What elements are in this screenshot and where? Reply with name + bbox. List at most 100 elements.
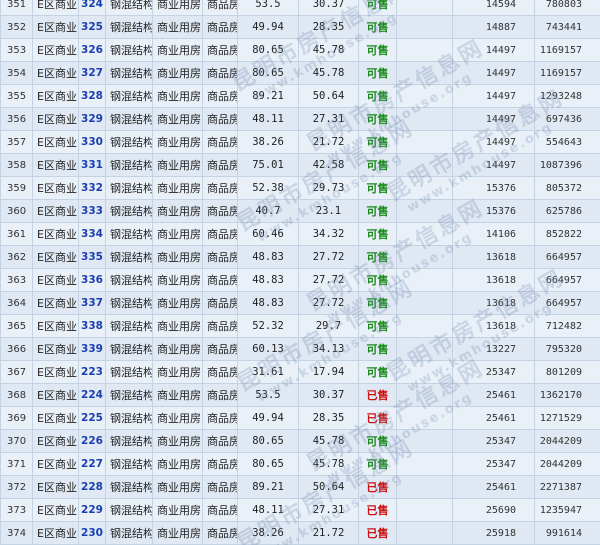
house-type-cell: 商品房 [202, 199, 238, 223]
unit-price-cell: 15376 [452, 199, 535, 223]
spacer-cell [396, 475, 453, 499]
house-type-cell: 商品房 [202, 268, 238, 292]
total-price-cell: 2271387 [534, 475, 600, 499]
status-badge: 可售 [358, 84, 397, 108]
zone-cell: E区商业 [32, 199, 79, 223]
unit-price-cell: 13227 [452, 337, 535, 361]
total-price-cell: 991614 [534, 521, 600, 545]
total-price-cell: 554643 [534, 130, 600, 154]
inner-area-cell: 27.72 [298, 291, 359, 315]
total-price-cell: 801209 [534, 360, 600, 384]
house-type-cell: 商品房 [202, 475, 238, 499]
building-area-cell: 48.83 [237, 268, 299, 292]
house-type-cell: 商品房 [202, 452, 238, 476]
spacer-cell [396, 61, 453, 85]
status-badge: 已售 [358, 475, 397, 499]
row-index: 363 [0, 268, 33, 292]
room-number: 223 [78, 360, 106, 384]
row-index: 357 [0, 130, 33, 154]
zone-cell: E区商业 [32, 475, 79, 499]
zone-cell: E区商业 [32, 314, 79, 338]
total-price-cell: 625786 [534, 199, 600, 223]
usage-cell: 商业用房 [152, 475, 203, 499]
spacer-cell [396, 15, 453, 39]
unit-price-cell: 25347 [452, 452, 535, 476]
unit-price-cell: 25347 [452, 360, 535, 384]
structure-cell: 钢混结构 [105, 521, 153, 545]
row-index: 374 [0, 521, 33, 545]
total-price-cell: 2044209 [534, 452, 600, 476]
spacer-cell [396, 107, 453, 131]
structure-cell: 钢混结构 [105, 429, 153, 453]
property-listing-table: 351 E区商业 324 钢混结构 商业用房 商品房 53.5 30.37 可售 14594 780… [0, 0, 600, 545]
table-body: 351 E区商业 324 钢混结构 商业用房 商品房 53.5 30.37 可售 14594 780… [0, 0, 600, 545]
spacer-cell [396, 383, 453, 407]
table-row: 372 E区商业 228 钢混结构 商业用房 商品房 89.21 50.64 已售 25461 22… [0, 475, 600, 499]
total-price-cell: 852822 [534, 222, 600, 246]
total-price-cell: 712482 [534, 314, 600, 338]
status-badge: 可售 [358, 130, 397, 154]
usage-cell: 商业用房 [152, 521, 203, 545]
inner-area-cell: 27.72 [298, 245, 359, 269]
zone-cell: E区商业 [32, 429, 79, 453]
table-row: 371 E区商业 227 钢混结构 商业用房 商品房 80.65 45.78 可售 25347 20… [0, 452, 600, 476]
room-number: 227 [78, 452, 106, 476]
listing-table-view: 351 E区商业 324 钢混结构 商业用房 商品房 53.5 30.37 可售 14594 780… [0, 0, 600, 545]
row-index: 360 [0, 199, 33, 223]
inner-area-cell: 21.72 [298, 521, 359, 545]
usage-cell: 商业用房 [152, 498, 203, 522]
spacer-cell [396, 521, 453, 545]
table-row: 370 E区商业 226 钢混结构 商业用房 商品房 80.65 45.78 可售 25347 20… [0, 429, 600, 453]
spacer-cell [396, 498, 453, 522]
status-badge: 可售 [358, 61, 397, 85]
house-type-cell: 商品房 [202, 383, 238, 407]
table-row: 361 E区商业 334 钢混结构 商业用房 商品房 60.46 34.32 可售 14106 85… [0, 222, 600, 246]
building-area-cell: 75.01 [237, 153, 299, 177]
zone-cell: E区商业 [32, 130, 79, 154]
building-area-cell: 52.38 [237, 176, 299, 200]
usage-cell: 商业用房 [152, 406, 203, 430]
usage-cell: 商业用房 [152, 452, 203, 476]
status-badge: 可售 [358, 291, 397, 315]
structure-cell: 钢混结构 [105, 0, 153, 16]
table-row: 367 E区商业 223 钢混结构 商业用房 商品房 31.61 17.94 可售 25347 80… [0, 360, 600, 384]
usage-cell: 商业用房 [152, 245, 203, 269]
structure-cell: 钢混结构 [105, 130, 153, 154]
inner-area-cell: 34.13 [298, 337, 359, 361]
table-row: 364 E区商业 337 钢混结构 商业用房 商品房 48.83 27.72 可售 13618 66… [0, 291, 600, 315]
house-type-cell: 商品房 [202, 291, 238, 315]
usage-cell: 商业用房 [152, 222, 203, 246]
unit-price-cell: 13618 [452, 245, 535, 269]
spacer-cell [396, 406, 453, 430]
building-area-cell: 48.83 [237, 291, 299, 315]
building-area-cell: 49.94 [237, 406, 299, 430]
spacer-cell [396, 153, 453, 177]
status-badge: 可售 [358, 360, 397, 384]
inner-area-cell: 42.58 [298, 153, 359, 177]
house-type-cell: 商品房 [202, 521, 238, 545]
table-row: 357 E区商业 330 钢混结构 商业用房 商品房 38.26 21.72 可售 14497 55… [0, 130, 600, 154]
house-type-cell: 商品房 [202, 38, 238, 62]
table-row: 360 E区商业 333 钢混结构 商业用房 商品房 40.7 23.1 可售 15376 6257… [0, 199, 600, 223]
room-number: 229 [78, 498, 106, 522]
usage-cell: 商业用房 [152, 61, 203, 85]
unit-price-cell: 25690 [452, 498, 535, 522]
row-index: 358 [0, 153, 33, 177]
structure-cell: 钢混结构 [105, 15, 153, 39]
building-area-cell: 60.13 [237, 337, 299, 361]
house-type-cell: 商品房 [202, 314, 238, 338]
house-type-cell: 商品房 [202, 15, 238, 39]
zone-cell: E区商业 [32, 84, 79, 108]
room-number: 336 [78, 268, 106, 292]
zone-cell: E区商业 [32, 452, 79, 476]
structure-cell: 钢混结构 [105, 360, 153, 384]
unit-price-cell: 14594 [452, 0, 535, 16]
unit-price-cell: 25461 [452, 383, 535, 407]
table-row: 368 E区商业 224 钢混结构 商业用房 商品房 53.5 30.37 已售 25461 136… [0, 383, 600, 407]
table-row: 363 E区商业 336 钢混结构 商业用房 商品房 48.83 27.72 可售 13618 66… [0, 268, 600, 292]
room-number: 330 [78, 130, 106, 154]
structure-cell: 钢混结构 [105, 268, 153, 292]
zone-cell: E区商业 [32, 383, 79, 407]
building-area-cell: 80.65 [237, 61, 299, 85]
total-price-cell: 1169157 [534, 61, 600, 85]
